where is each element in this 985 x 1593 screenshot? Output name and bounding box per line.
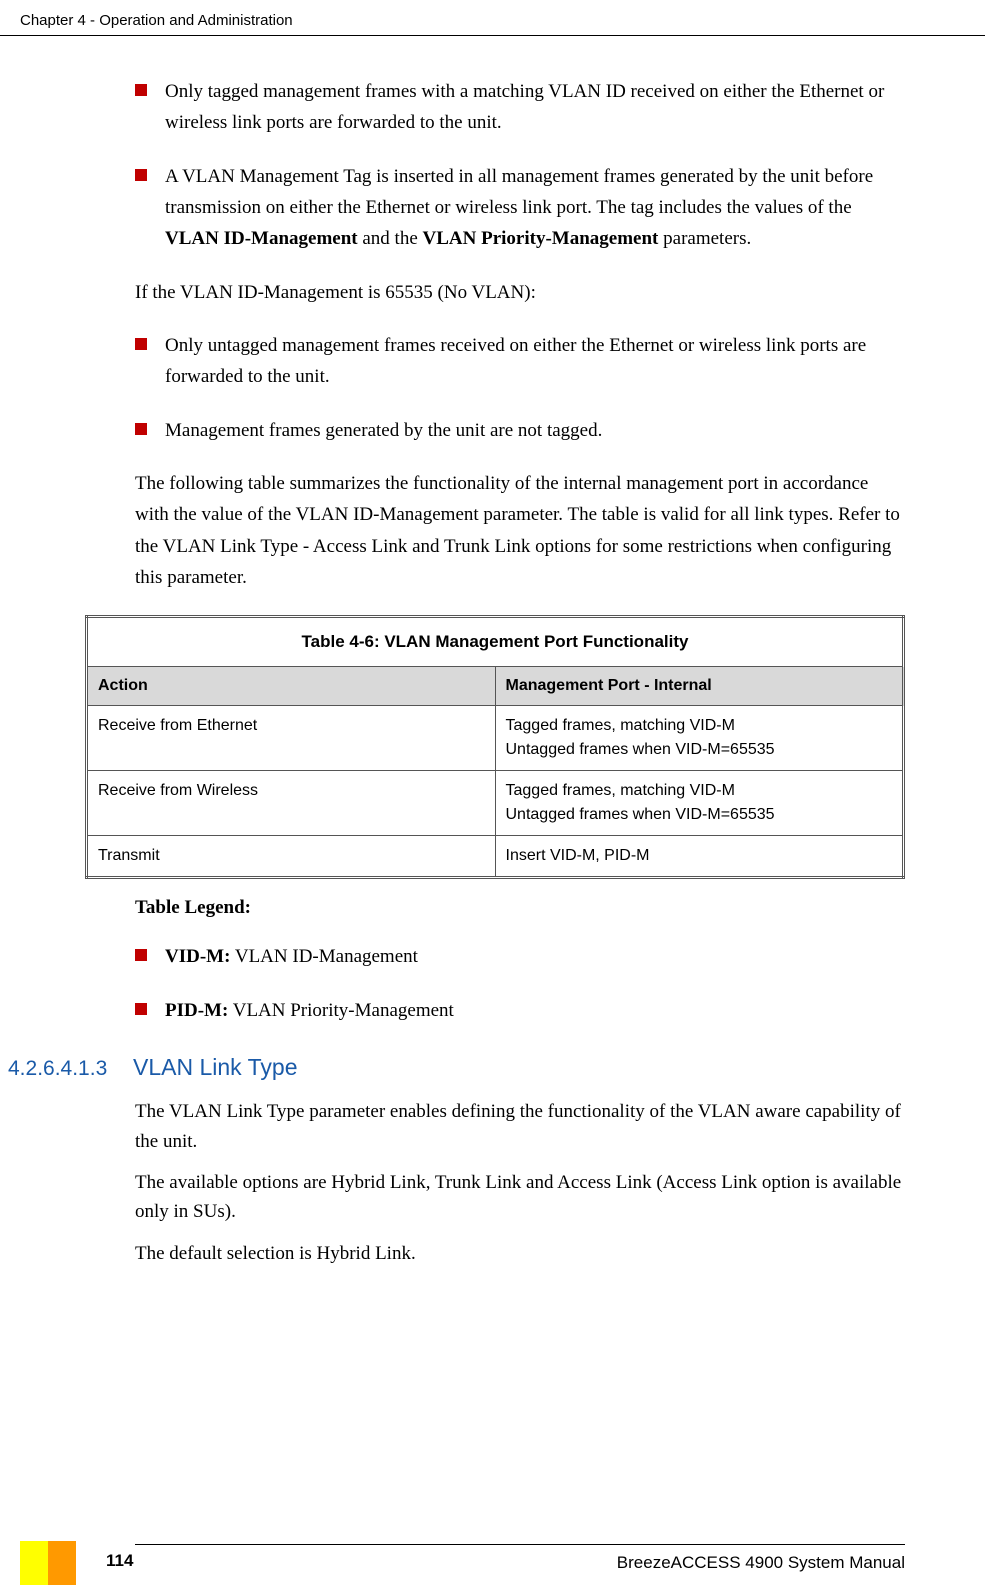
bullet-text: PID-M: VLAN Priority-Management <box>165 995 905 1026</box>
section-title: VLAN Link Type <box>133 1054 298 1081</box>
square-bullet-icon <box>135 423 147 435</box>
yellow-strip-icon <box>20 1541 48 1585</box>
table-row: Receive from Wireless Tagged frames, mat… <box>87 771 904 836</box>
bullet-text: Management frames generated by the unit … <box>165 415 905 446</box>
paragraph: The VLAN Link Type parameter enables def… <box>135 1097 905 1156</box>
page-number-strip: 114 <box>20 1541 133 1585</box>
section-number: 4.2.6.4.1.3 <box>8 1057 133 1081</box>
square-bullet-icon <box>135 169 147 181</box>
bullet-item: PID-M: VLAN Priority-Management <box>135 995 905 1026</box>
bullet-text: Only untagged management frames received… <box>165 330 905 393</box>
cell-port: Tagged frames, matching VID-M Untagged f… <box>495 771 904 836</box>
legend-title: Table Legend: <box>135 897 905 919</box>
column-header-port: Management Port - Internal <box>495 667 904 706</box>
page-number: 114 <box>106 1551 133 1575</box>
square-bullet-icon <box>135 84 147 96</box>
table-caption: Table 4-6: VLAN Management Port Function… <box>87 617 904 667</box>
cell-port: Insert VID-M, PID-M <box>495 836 904 878</box>
footer-manual-name: BreezeACCESS 4900 System Manual <box>0 1545 985 1573</box>
table-row: Transmit Insert VID-M, PID-M <box>87 836 904 878</box>
page-header: Chapter 4 - Operation and Administration <box>0 0 985 36</box>
paragraph: The available options are Hybrid Link, T… <box>135 1168 905 1227</box>
section-heading: 4.2.6.4.1.3 VLAN Link Type <box>0 1054 905 1081</box>
square-bullet-icon <box>135 1003 147 1015</box>
bullet-item: VID-M: VLAN ID-Management <box>135 941 905 972</box>
table-row: Receive from Ethernet Tagged frames, mat… <box>87 706 904 771</box>
bullet-item: A VLAN Management Tag is inserted in all… <box>135 161 905 255</box>
chapter-title: Chapter 4 - Operation and Administration <box>20 12 293 29</box>
page-content: Only tagged management frames with a mat… <box>0 36 985 1300</box>
paragraph: If the VLAN ID-Management is 65535 (No V… <box>135 277 905 308</box>
paragraph: The default selection is Hybrid Link. <box>135 1239 905 1268</box>
column-header-action: Action <box>87 667 496 706</box>
table-container: Table 4-6: VLAN Management Port Function… <box>85 615 905 879</box>
bullet-text: Only tagged management frames with a mat… <box>165 76 905 139</box>
square-bullet-icon <box>135 338 147 350</box>
vlan-management-table: Table 4-6: VLAN Management Port Function… <box>85 615 905 879</box>
cell-action: Receive from Ethernet <box>87 706 496 771</box>
bullet-text: VID-M: VLAN ID-Management <box>165 941 905 972</box>
bullet-item: Only tagged management frames with a mat… <box>135 76 905 139</box>
bullet-item: Management frames generated by the unit … <box>135 415 905 446</box>
orange-strip-icon <box>48 1541 76 1585</box>
cell-action: Transmit <box>87 836 496 878</box>
cell-action: Receive from Wireless <box>87 771 496 836</box>
bullet-text: A VLAN Management Tag is inserted in all… <box>165 161 905 255</box>
bullet-item: Only untagged management frames received… <box>135 330 905 393</box>
cell-port: Tagged frames, matching VID-M Untagged f… <box>495 706 904 771</box>
square-bullet-icon <box>135 949 147 961</box>
paragraph: The following table summarizes the funct… <box>135 468 905 593</box>
page-footer: BreezeACCESS 4900 System Manual <box>0 1544 985 1573</box>
